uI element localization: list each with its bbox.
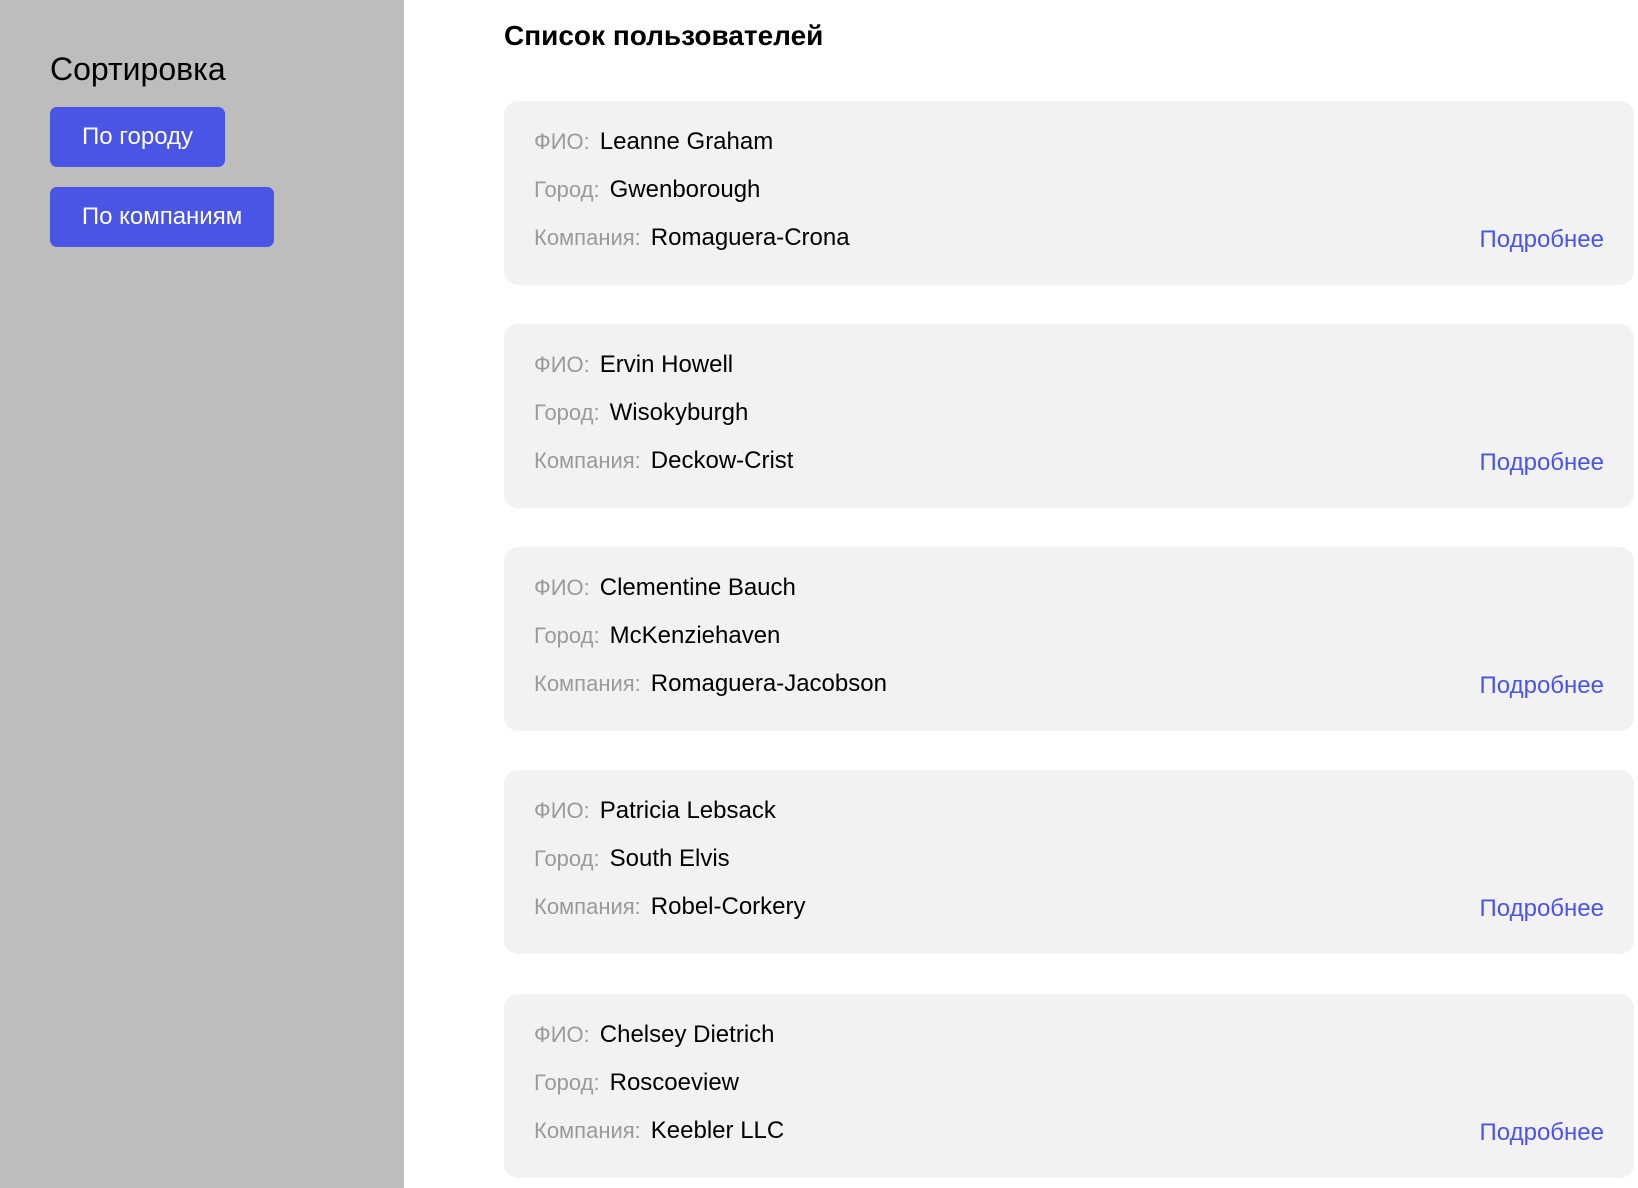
company-label: Компания: <box>534 448 641 473</box>
main-content: Список пользователей ФИО: Leanne Graham … <box>504 0 1634 1188</box>
name-value: Chelsey Dietrich <box>599 1021 775 1048</box>
sidebar: Сортировка По городу По компаниям <box>0 0 404 1188</box>
name-label: ФИО: <box>534 575 590 600</box>
city-value: Wisokyburgh <box>609 399 749 426</box>
name-row: ФИО: Leanne Graham <box>534 128 773 160</box>
city-row: Город: Wisokyburgh <box>534 399 748 431</box>
user-card: ФИО: Clementine Bauch Город: McKenziehav… <box>504 547 1634 731</box>
name-label: ФИО: <box>534 129 590 154</box>
details-link[interactable]: Подробнее <box>1480 1117 1604 1149</box>
name-value: Ervin Howell <box>599 351 734 378</box>
company-row: Компания: Deckow-Crist <box>534 447 793 479</box>
sort-by-city-button[interactable]: По городу <box>50 107 225 167</box>
details-link[interactable]: Подробнее <box>1480 224 1604 256</box>
user-card: ФИО: Patricia Lebsack Город: South Elvis… <box>504 770 1634 954</box>
company-label: Компания: <box>534 1118 641 1143</box>
sort-title: Сортировка <box>50 51 226 87</box>
app-root: Сортировка По городу По компаниям Список… <box>0 0 1638 1188</box>
city-label: Город: <box>534 177 600 202</box>
company-value: Robel-Corkery <box>650 893 806 920</box>
company-row: Компания: Romaguera-Crona <box>534 224 850 256</box>
name-value: Patricia Lebsack <box>599 797 776 824</box>
company-row: Компания: Keebler LLC <box>534 1117 784 1149</box>
details-link[interactable]: Подробнее <box>1480 447 1604 479</box>
city-value: South Elvis <box>609 845 730 872</box>
name-value: Leanne Graham <box>599 128 774 155</box>
company-value: Keebler LLC <box>650 1117 785 1144</box>
company-row: Компания: Robel-Corkery <box>534 893 806 925</box>
city-label: Город: <box>534 1070 600 1095</box>
user-card: ФИО: Ervin Howell Город: Wisokyburgh Ком… <box>504 324 1634 508</box>
city-value: Gwenborough <box>609 176 761 203</box>
name-row: ФИО: Clementine Bauch <box>534 574 796 606</box>
details-link[interactable]: Подробнее <box>1480 670 1604 702</box>
sort-by-company-button[interactable]: По компаниям <box>50 187 274 247</box>
company-row: Компания: Romaguera-Jacobson <box>534 670 887 702</box>
company-value: Romaguera-Jacobson <box>650 670 887 697</box>
city-label: Город: <box>534 623 600 648</box>
details-link[interactable]: Подробнее <box>1480 893 1604 925</box>
name-label: ФИО: <box>534 798 590 823</box>
city-row: Город: Gwenborough <box>534 176 760 208</box>
city-label: Город: <box>534 400 600 425</box>
city-value: McKenziehaven <box>609 622 781 649</box>
city-row: Город: Roscoeview <box>534 1069 739 1101</box>
name-row: ФИО: Ervin Howell <box>534 351 733 383</box>
name-row: ФИО: Chelsey Dietrich <box>534 1021 775 1053</box>
company-label: Компания: <box>534 671 641 696</box>
city-row: Город: South Elvis <box>534 845 730 877</box>
user-card: ФИО: Chelsey Dietrich Город: Roscoeview … <box>504 994 1634 1178</box>
company-value: Romaguera-Crona <box>650 224 850 251</box>
name-value: Clementine Bauch <box>599 574 796 601</box>
city-row: Город: McKenziehaven <box>534 622 780 654</box>
city-value: Roscoeview <box>609 1069 740 1096</box>
company-label: Компания: <box>534 894 641 919</box>
name-label: ФИО: <box>534 1022 590 1047</box>
company-value: Deckow-Crist <box>650 447 794 474</box>
user-card: ФИО: Leanne Graham Город: Gwenborough Ко… <box>504 101 1634 285</box>
name-row: ФИО: Patricia Lebsack <box>534 797 776 829</box>
city-label: Город: <box>534 846 600 871</box>
page-title: Список пользователей <box>504 20 824 51</box>
name-label: ФИО: <box>534 352 590 377</box>
company-label: Компания: <box>534 225 641 250</box>
